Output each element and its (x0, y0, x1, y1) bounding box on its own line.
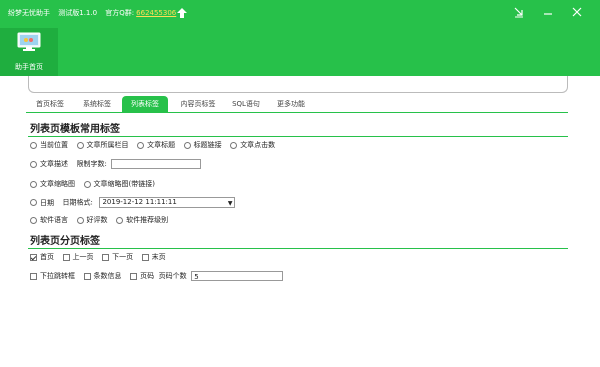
option-label: 下一页 (112, 253, 134, 261)
option-article-column[interactable]: 文章所属栏目 (76, 140, 129, 150)
radio-button[interactable] (30, 216, 37, 224)
option-label: 上一页 (72, 253, 94, 261)
option-article-description[interactable]: 文章描述 (30, 159, 68, 169)
option-recommend-level[interactable]: 软件推荐级别 (116, 215, 168, 225)
radio-button[interactable] (116, 216, 124, 224)
section-list-template-title: 列表页模板常用标签 (30, 124, 120, 135)
radio-button[interactable] (30, 180, 37, 188)
option-article-title[interactable]: 文章标题 (137, 140, 175, 150)
section-divider (28, 248, 568, 249)
option-first-page[interactable]: 首页 (30, 252, 54, 262)
minimize-icon[interactable] (541, 5, 555, 19)
tab-list-tags[interactable]: 列表标签 (122, 96, 168, 112)
date-format-select[interactable]: 2019-12-12 11:11:11 ▼ (99, 197, 236, 208)
option-row: 文章描述 限制字数: (30, 159, 202, 171)
qq-number-link[interactable]: 662455306 (136, 9, 176, 17)
option-label: 条数信息 (93, 272, 122, 280)
section-divider (28, 136, 568, 137)
close-icon[interactable] (570, 5, 584, 19)
option-next-page[interactable]: 下一页 (102, 252, 133, 262)
assistant-home-button[interactable]: 助手首页 (0, 28, 58, 76)
restore-icon[interactable] (512, 5, 526, 19)
option-current-position[interactable]: 当前位置 (30, 140, 68, 150)
option-label: 文章描述 (40, 160, 68, 168)
option-label: 首页 (40, 253, 54, 261)
monitor-icon (17, 32, 41, 51)
checkbox[interactable] (62, 253, 70, 261)
checkbox[interactable] (141, 253, 149, 261)
option-label: 软件语言 (40, 216, 68, 224)
option-dropdown-jump[interactable]: 下拉跳转框 (30, 271, 75, 281)
window-title: 纷梦无忧助手 测试版1.1.0 官方Q群: 662455306 (8, 8, 176, 18)
option-label: 末页 (151, 253, 166, 261)
radio-button[interactable] (30, 199, 37, 206)
option-label: 下拉跳转框 (40, 272, 75, 280)
content-panel (28, 76, 568, 93)
tab-more[interactable]: 更多功能 (270, 96, 312, 112)
tab-underline (26, 112, 568, 113)
section-pagination-title: 列表页分页标签 (30, 236, 100, 247)
option-label: 页码 (140, 272, 155, 280)
checkbox[interactable] (30, 253, 37, 261)
option-row: 首页 上一页 下一页 末页 (30, 252, 172, 264)
option-page-numbers[interactable]: 页码 (130, 271, 154, 281)
tab-home-tags[interactable]: 首页标签 (26, 96, 74, 112)
app-version: 测试版1.1.0 (58, 9, 98, 17)
page-count-input[interactable]: 5 (191, 271, 284, 281)
toolbar: 助手首页 (0, 28, 600, 76)
title-bar: 纷梦无忧助手 测试版1.1.0 官方Q群: 662455306 (0, 0, 600, 28)
date-format-label: 日期格式: (62, 198, 93, 207)
dropdown-arrow-icon: ▼ (227, 200, 233, 207)
option-title-link[interactable]: 标题链接 (183, 140, 222, 150)
date-format-value: 2019-12-12 11:11:11 (102, 198, 177, 206)
option-label: 文章缩略图(带链接) (93, 180, 156, 188)
checkbox[interactable] (130, 272, 138, 280)
option-last-page[interactable]: 末页 (141, 252, 166, 262)
option-label: 当前位置 (40, 141, 68, 149)
page-count-label: 页码个数 (158, 272, 187, 280)
option-label: 文章缩略图 (40, 180, 75, 188)
option-date[interactable]: 日期 (30, 198, 54, 208)
option-thumbnail-link[interactable]: 文章缩略图(带链接) (83, 179, 156, 189)
option-row: 下拉跳转框 条数信息 页码 页码个数 5 (30, 271, 284, 283)
qq-label: 官方Q群: (105, 9, 135, 17)
option-label: 标题链接 (193, 141, 222, 149)
tab-sql[interactable]: SQL语句 (226, 96, 266, 112)
option-label: 文章所属栏目 (86, 141, 129, 149)
option-article-clicks[interactable]: 文章点击数 (230, 140, 275, 150)
update-arrow-icon[interactable] (176, 7, 188, 19)
radio-button[interactable] (30, 160, 37, 168)
option-label: 文章标题 (147, 141, 176, 149)
option-software-language[interactable]: 软件语言 (30, 215, 68, 225)
radio-button[interactable] (30, 141, 37, 149)
limit-chars-input[interactable] (111, 159, 202, 169)
limit-chars-label: 限制字数: (76, 160, 107, 168)
radio-button[interactable] (183, 141, 191, 149)
radio-button[interactable] (230, 141, 238, 149)
option-label: 文章点击数 (240, 141, 276, 149)
option-row: 当前位置 文章所属栏目 文章标题 标题链接 文章点击数 (30, 140, 281, 152)
radio-button[interactable] (137, 141, 145, 149)
checkbox[interactable] (83, 272, 91, 280)
option-thumbnail[interactable]: 文章缩略图 (30, 179, 75, 189)
option-count-info[interactable]: 条数信息 (83, 271, 122, 281)
option-row: 文章缩略图 文章缩略图(带链接) (30, 179, 161, 191)
option-label: 好评数 (86, 216, 108, 224)
app-name: 纷梦无忧助手 (8, 9, 50, 17)
option-good-reviews[interactable]: 好评数 (76, 215, 108, 225)
option-prev-page[interactable]: 上一页 (62, 252, 94, 262)
radio-button[interactable] (83, 180, 91, 188)
option-label: 日期 (40, 198, 54, 207)
tab-content-tags[interactable]: 内容页标签 (172, 96, 224, 112)
radio-button[interactable] (76, 141, 84, 149)
option-label: 软件推荐级别 (126, 216, 169, 224)
radio-button[interactable] (76, 216, 84, 224)
option-row: 日期 日期格式: 2019-12-12 11:11:11 ▼ (30, 197, 236, 209)
option-row: 软件语言 好评数 软件推荐级别 (30, 215, 174, 227)
tab-system-tags[interactable]: 系统标签 (74, 96, 120, 112)
assistant-home-label: 助手首页 (15, 63, 43, 71)
checkbox[interactable] (102, 253, 110, 261)
checkbox[interactable] (30, 272, 37, 280)
